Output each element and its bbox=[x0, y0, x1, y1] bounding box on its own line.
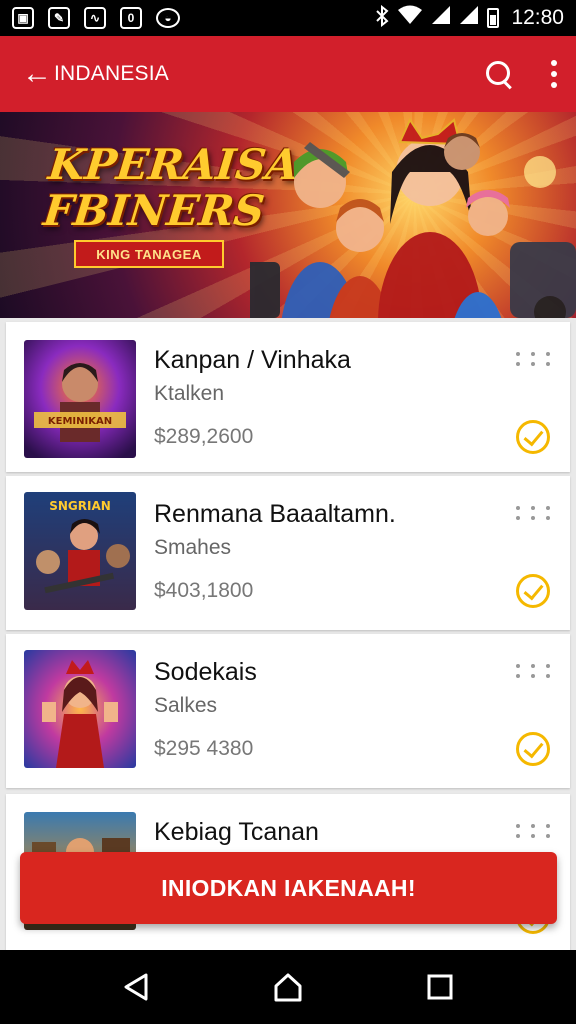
item-price: $289,2600 bbox=[154, 425, 254, 448]
bluetooth-icon bbox=[375, 4, 389, 32]
b-icon: 0 bbox=[120, 7, 142, 29]
banner-ribbon: KING TANAGEA bbox=[74, 240, 224, 268]
wifi-icon bbox=[397, 5, 423, 31]
item-title: Kanpan / Vinhaka bbox=[154, 346, 351, 374]
promo-banner[interactable]: KPERAISA FBINERS KING TANAGEA bbox=[0, 112, 576, 318]
item-price: $403,1800 bbox=[154, 579, 254, 602]
notification-icons: ▣ ✎ ∿ 0 ◒ bbox=[12, 7, 180, 29]
system-icons: 12:80 bbox=[375, 4, 564, 32]
check-circle-icon[interactable] bbox=[516, 732, 550, 766]
system-nav-bar bbox=[0, 950, 576, 1024]
signal-icon bbox=[459, 5, 479, 31]
edit-icon: ✎ bbox=[48, 7, 70, 29]
app-bar: ← INDANESIA bbox=[0, 36, 576, 112]
list-item[interactable]: KEMINIKAN Kanpan / Vinhaka Ktalken $289,… bbox=[6, 322, 570, 472]
list-item[interactable]: Sodekais Salkes $295 4380 bbox=[6, 634, 570, 788]
page-title: INDANESIA bbox=[54, 62, 169, 85]
more-dots-icon[interactable] bbox=[516, 664, 550, 680]
item-thumbnail bbox=[24, 650, 136, 768]
check-circle-icon[interactable] bbox=[516, 574, 550, 608]
more-options-icon[interactable] bbox=[550, 60, 558, 88]
item-title: Sodekais bbox=[154, 658, 257, 686]
app-bar-actions bbox=[484, 59, 558, 89]
thumbnail-label: KEMINIKAN bbox=[48, 416, 112, 427]
more-dots-icon[interactable] bbox=[516, 352, 550, 368]
thumbnail-label: SNGRIAN bbox=[49, 499, 111, 513]
status-bar: ▣ ✎ ∿ 0 ◒ 12:80 bbox=[0, 0, 576, 36]
app-screen: ▣ ✎ ∿ 0 ◒ 12:80 ← INDANESIA KPERAISA FBI… bbox=[0, 0, 576, 1024]
photo-icon: ▣ bbox=[12, 7, 34, 29]
more-dots-icon[interactable] bbox=[516, 506, 550, 522]
home-icon[interactable] bbox=[258, 957, 318, 1017]
clock: 12:80 bbox=[511, 6, 564, 29]
list-item[interactable]: SNGRIAN Renmana Baaaltamn. Smahes $403,1… bbox=[6, 476, 570, 630]
shield-icon: ◒ bbox=[156, 8, 180, 28]
back-triangle-icon[interactable] bbox=[106, 957, 166, 1017]
signal-icon bbox=[431, 5, 451, 31]
recents-icon[interactable] bbox=[410, 957, 470, 1017]
battery-icon bbox=[487, 8, 500, 28]
search-icon[interactable] bbox=[484, 59, 514, 89]
cta-button[interactable]: INIODKAN IAKENAAH! bbox=[20, 852, 557, 924]
item-subtitle: Ktalken bbox=[154, 382, 225, 405]
banner-title: KPERAISA FBINERS bbox=[41, 140, 302, 235]
check-circle-icon[interactable] bbox=[516, 420, 550, 454]
item-price: $295 4380 bbox=[154, 737, 254, 760]
item-title: Kebiag Tcanan bbox=[154, 818, 319, 846]
item-subtitle: Salkes bbox=[154, 694, 218, 717]
item-subtitle: Smahes bbox=[154, 536, 232, 559]
banner-characters-image bbox=[250, 117, 576, 318]
item-thumbnail: SNGRIAN bbox=[24, 492, 136, 610]
item-title: Renmana Baaaltamn. bbox=[154, 500, 396, 528]
item-thumbnail: KEMINIKAN bbox=[24, 340, 136, 458]
chart-icon: ∿ bbox=[84, 7, 106, 29]
more-dots-icon[interactable] bbox=[516, 824, 550, 840]
back-arrow-icon[interactable]: ← bbox=[22, 59, 52, 89]
